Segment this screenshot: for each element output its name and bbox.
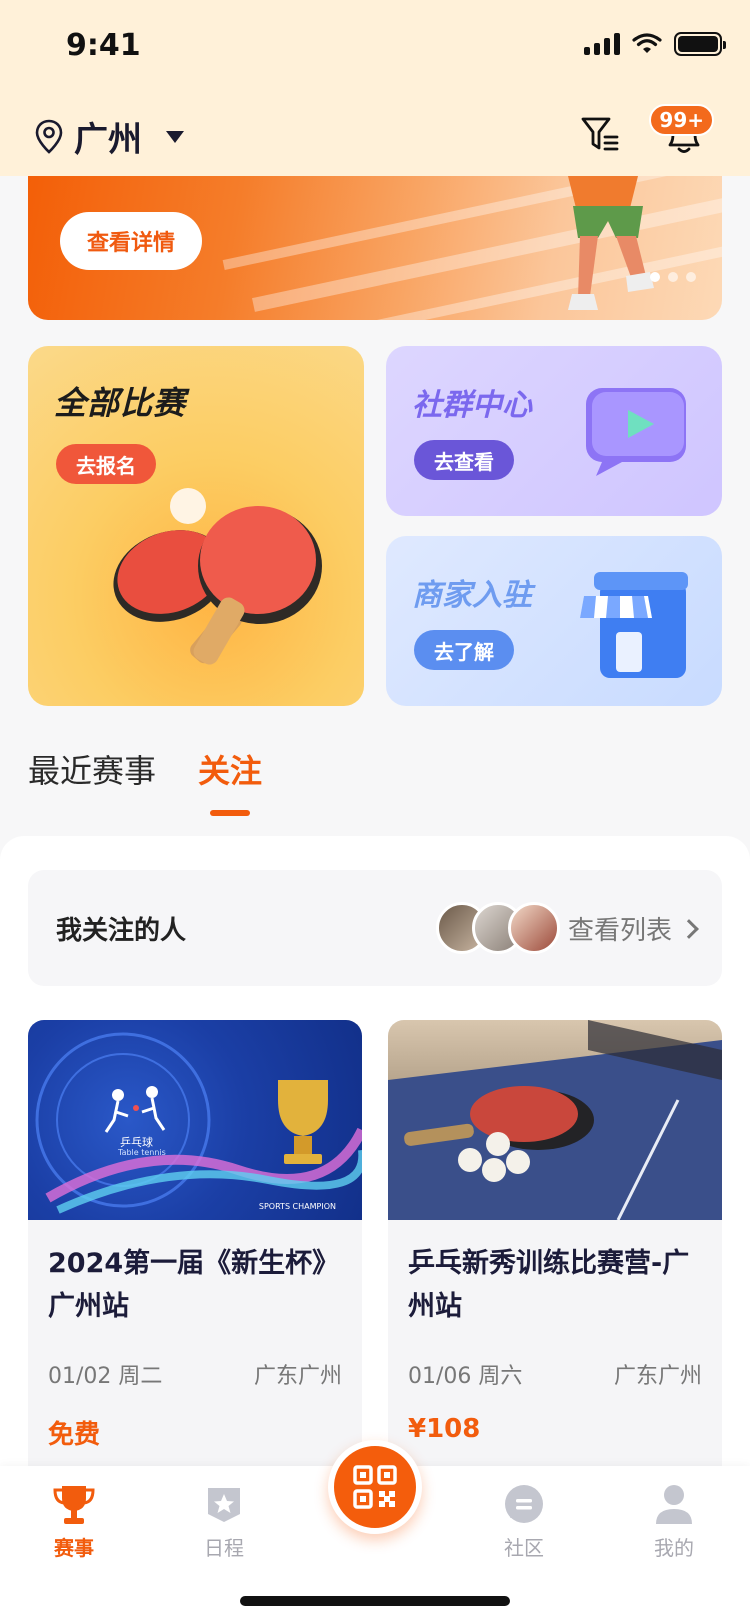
event-price: ¥108 [408,1414,481,1444]
notification-button[interactable]: 99+ [649,104,714,156]
bottom-navigation: 赛事 日程 社区 我的 [0,1440,750,1624]
tab-following[interactable]: 关注 [198,746,262,816]
signal-icon [584,33,620,55]
status-icons [584,32,726,56]
event-price: 免费 [48,1420,101,1450]
wifi-icon [632,33,662,53]
trophy-icon [53,1486,95,1524]
battery-icon [674,32,726,56]
following-content: 我关注的人 查看列表 乒乓球 Table tennis SPORTS CHAMP… [0,836,750,1466]
nav-label: 社区 [504,1536,544,1560]
carousel-dots [650,272,696,282]
community-center-card[interactable]: 社群中心 去查看 [386,346,722,516]
nav-item-events[interactable]: 赛事 [24,1482,124,1561]
nav-item-schedule[interactable]: 日程 [174,1482,274,1561]
view-list-label: 查看列表 [567,916,672,946]
table-tennis-photo [388,1020,722,1220]
notification-badge: 99+ [649,104,714,136]
promo-banner[interactable]: 查看详情 [28,176,722,320]
avatar [508,902,560,954]
location-pin-icon [35,119,63,154]
chevron-right-icon [679,918,699,939]
chat-icon [505,1485,543,1523]
learn-more-button[interactable]: 去了解 [414,630,514,670]
merchant-join-title: 商家入驻 [412,578,532,613]
star-badge-icon [208,1488,240,1522]
avatar-group [436,902,560,954]
sports-champion-illustration [35,1032,362,1214]
city-label: 广州 [74,120,142,160]
all-matches-title: 全部比赛 [54,384,187,422]
merchant-join-card[interactable]: 商家入驻 去了解 [386,536,722,706]
person-icon [656,1485,692,1524]
chevron-down-icon [166,130,184,143]
event-date: 01/02 周二 [48,1364,163,1389]
event-image-sublabel: Table tennis [118,1148,166,1157]
event-location: 广东广州 [613,1364,702,1389]
view-details-button[interactable]: 查看详情 [60,212,202,270]
event-date: 01/06 周六 [408,1364,523,1389]
storefront-icon [580,572,688,678]
event-image: 乒乓球 Table tennis SPORTS CHAMPION [28,1020,362,1220]
all-matches-card[interactable]: 全部比赛 去报名 [28,346,364,706]
view-list-link[interactable]: 查看列表 [567,910,699,947]
nav-label: 日程 [204,1536,244,1560]
event-title: 2024第一届《新生杯》广州站 [48,1248,340,1322]
status-time: 9:41 [66,28,141,63]
ping-pong-paddles-icon [113,488,322,665]
header-row: 广州 99+ [34,104,716,168]
view-community-button[interactable]: 去查看 [414,440,514,480]
event-location: 广东广州 [253,1364,342,1389]
nav-item-community[interactable]: 社区 [474,1482,574,1561]
event-image [388,1020,722,1220]
event-image-caption: SPORTS CHAMPION [258,1202,336,1211]
video-play-icon [586,388,686,476]
following-people-row[interactable]: 我关注的人 查看列表 [28,870,722,986]
player-illustration [568,176,654,310]
top-area: 9:41 广州 99+ [0,0,750,176]
qr-code-icon [353,1465,397,1509]
home-indicator [240,1596,510,1606]
event-card-xinsheng-cup[interactable]: 乒乓球 Table tennis SPORTS CHAMPION 2024第一届… [28,1020,362,1466]
following-label: 我关注的人 [56,916,187,946]
event-card-rookie-camp[interactable]: 乒乓新秀训练比赛营-广州站 01/06 周六 广东广州 ¥108 [388,1020,722,1466]
section-tabs: 最近赛事 关注 [28,746,262,816]
tab-recent-events[interactable]: 最近赛事 [28,746,156,792]
location-selector[interactable]: 广州 [34,112,184,161]
nav-label: 我的 [654,1536,694,1560]
nav-label: 赛事 [54,1536,94,1560]
community-center-title: 社群中心 [412,388,532,423]
nav-item-profile[interactable]: 我的 [624,1482,724,1561]
filter-icon[interactable] [580,114,620,154]
scan-button[interactable] [328,1440,422,1534]
event-title: 乒乓新秀训练比赛营-广州站 [408,1248,690,1322]
